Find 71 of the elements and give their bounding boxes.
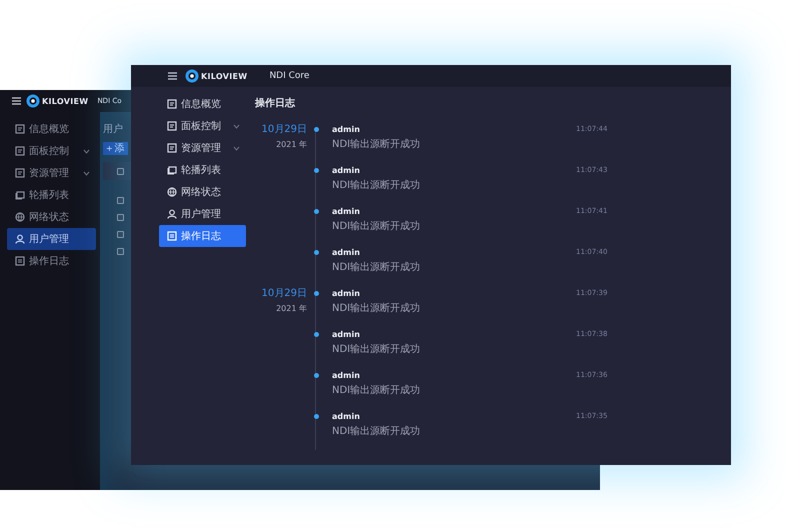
timeline-dot bbox=[314, 209, 318, 214]
log-message: NDI输出源断开成功 bbox=[332, 384, 422, 397]
ring-icon bbox=[185, 69, 199, 83]
page-title: 用户 bbox=[103, 122, 123, 136]
sidebar-item[interactable]: 信息概览 bbox=[7, 118, 96, 140]
timeline-dot bbox=[314, 168, 318, 173]
user-name: admin bbox=[332, 329, 361, 340]
sidebar-item[interactable]: 轮播列表 bbox=[159, 159, 246, 181]
panel-icon bbox=[15, 124, 25, 134]
sidebar-item[interactable]: 资源管理 bbox=[7, 162, 96, 184]
user-name: admin bbox=[332, 288, 361, 299]
document-icon bbox=[167, 231, 177, 241]
add-button[interactable]: + 添 bbox=[103, 142, 128, 155]
user-name: admin bbox=[332, 206, 361, 217]
globe-icon bbox=[167, 187, 177, 197]
sidebar-item[interactable]: 信息概览 bbox=[159, 93, 246, 115]
sidebar-item[interactable]: 用户管理 bbox=[159, 203, 246, 225]
checkbox[interactable] bbox=[117, 230, 124, 238]
user-name: admin bbox=[332, 247, 361, 258]
checkbox[interactable] bbox=[117, 214, 124, 220]
page-title: 操作日志 bbox=[255, 96, 296, 110]
logo-text: KILOVIEW bbox=[201, 72, 248, 80]
sidebar-item[interactable]: 操作日志 bbox=[159, 225, 246, 247]
log-message: NDI输出源断开成功 bbox=[332, 138, 422, 151]
panel-icon bbox=[167, 99, 177, 109]
log-message: NDI输出源断开成功 bbox=[332, 342, 422, 356]
checkbox[interactable] bbox=[117, 196, 124, 204]
globe-icon bbox=[15, 212, 25, 222]
user-name: admin bbox=[332, 165, 361, 176]
date-label: 10月29日 bbox=[260, 288, 307, 300]
sidebar-item[interactable]: 网络状态 bbox=[159, 181, 246, 203]
user-icon bbox=[15, 234, 25, 244]
menu-icon bbox=[12, 97, 21, 105]
log-message: NDI输出源断开成功 bbox=[332, 220, 422, 233]
user-name: admin bbox=[332, 124, 361, 135]
sidebar-item[interactable]: 操作日志 bbox=[7, 250, 96, 272]
logo-text: KILOVIEW bbox=[42, 96, 88, 106]
app-title: NDI Core bbox=[269, 71, 310, 81]
sidebar-item[interactable]: 面板控制 bbox=[159, 115, 246, 137]
log-message: NDI输出源断开成功 bbox=[332, 424, 422, 438]
menu-icon bbox=[168, 72, 177, 80]
sidebar-item[interactable]: 轮播列表 bbox=[7, 184, 96, 206]
log-message: NDI输出源断开成功 bbox=[332, 178, 422, 192]
log-message: NDI输出源断开成功 bbox=[332, 302, 422, 315]
log-message: NDI输出源断开成功 bbox=[332, 260, 422, 274]
timeline-dot bbox=[314, 250, 318, 255]
sidebar-item[interactable]: 用户管理 bbox=[7, 228, 96, 250]
sidebar-item[interactable]: 资源管理 bbox=[159, 137, 246, 159]
slides-icon bbox=[15, 190, 25, 200]
user-name: admin bbox=[332, 411, 361, 422]
checkbox[interactable] bbox=[117, 248, 124, 254]
checkbox[interactable] bbox=[117, 168, 124, 174]
year-label: 2021 年 bbox=[275, 303, 307, 314]
user-name: admin bbox=[332, 370, 361, 381]
panel-icon bbox=[15, 146, 25, 156]
ring-icon bbox=[26, 94, 40, 108]
panel-icon bbox=[167, 143, 177, 153]
timeline-dot bbox=[314, 127, 318, 132]
timeline-dot bbox=[314, 414, 318, 419]
timeline-dot bbox=[314, 373, 318, 378]
sidebar-item[interactable]: 网络状态 bbox=[7, 206, 96, 228]
timeline-dot bbox=[314, 291, 318, 296]
year-label: 2021 年 bbox=[275, 139, 307, 150]
date-label: 10月29日 bbox=[260, 124, 307, 136]
panel-icon bbox=[167, 121, 177, 131]
panel-icon bbox=[15, 168, 25, 178]
sidebar-item[interactable]: 面板控制 bbox=[7, 140, 96, 162]
slides-icon bbox=[167, 165, 177, 175]
document-icon bbox=[15, 256, 25, 266]
user-icon bbox=[167, 209, 177, 219]
timeline-dot bbox=[314, 332, 318, 337]
